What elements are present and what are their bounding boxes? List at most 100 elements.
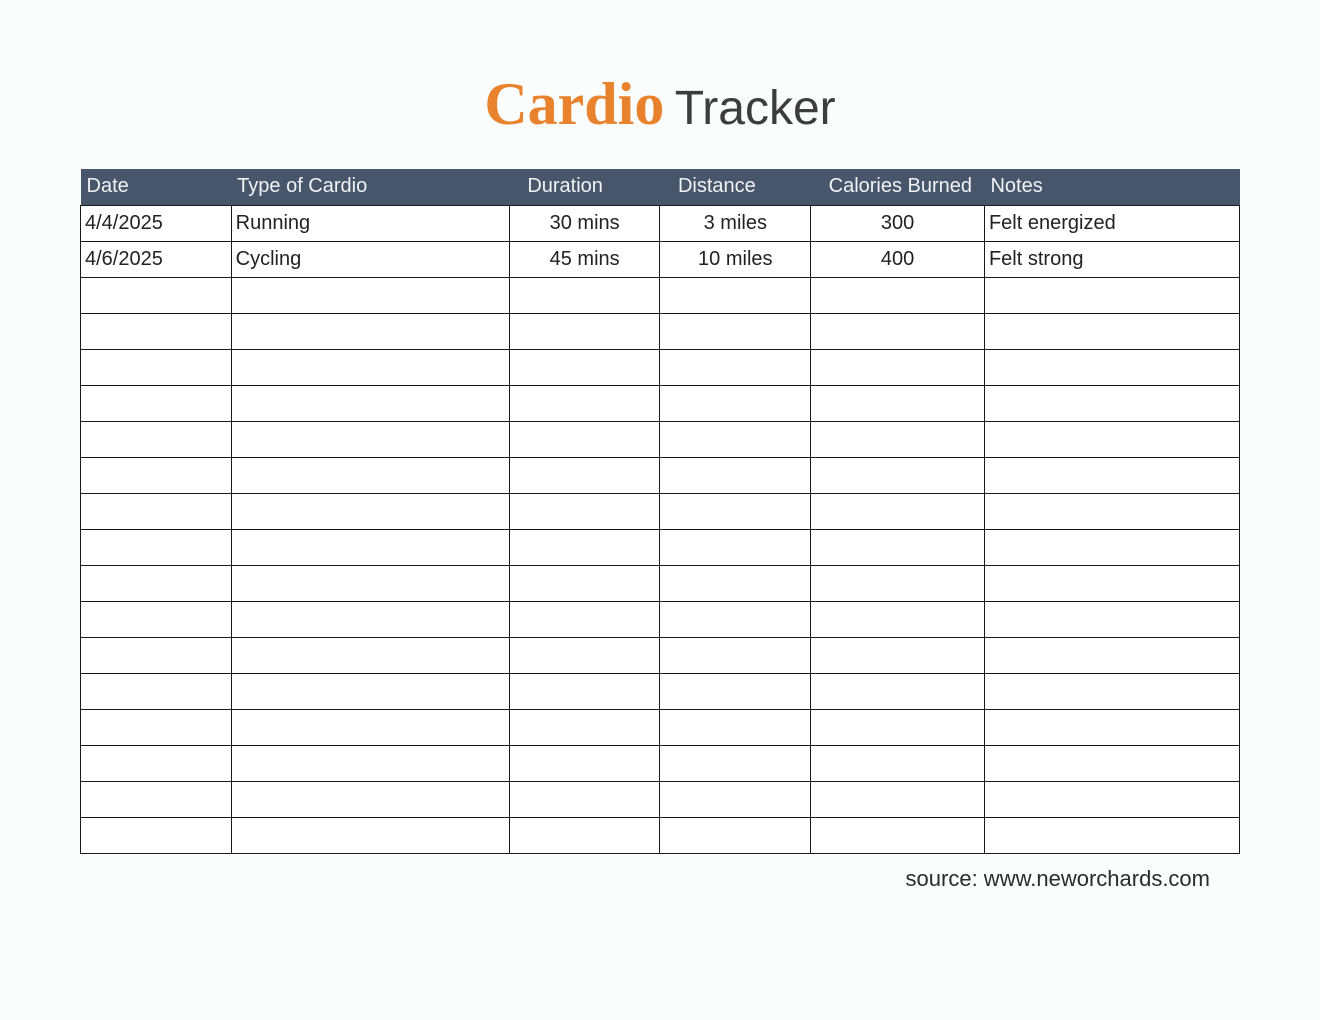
cell-notes	[984, 673, 1239, 709]
cell-distance	[660, 349, 811, 385]
cell-date	[81, 493, 232, 529]
cell-type: Cycling	[231, 241, 509, 277]
cell-type	[231, 529, 509, 565]
cell-duration	[509, 673, 660, 709]
cell-type	[231, 817, 509, 853]
cell-date	[81, 745, 232, 781]
cell-notes	[984, 421, 1239, 457]
cell-date	[81, 385, 232, 421]
cell-notes	[984, 709, 1239, 745]
cell-type	[231, 745, 509, 781]
cell-notes	[984, 313, 1239, 349]
cell-calories	[811, 277, 985, 313]
cell-calories	[811, 421, 985, 457]
cell-type	[231, 349, 509, 385]
cell-notes	[984, 745, 1239, 781]
cell-duration	[509, 349, 660, 385]
cell-calories	[811, 313, 985, 349]
cell-calories	[811, 745, 985, 781]
cell-notes	[984, 601, 1239, 637]
cell-date	[81, 673, 232, 709]
cell-notes	[984, 637, 1239, 673]
cell-duration: 30 mins	[509, 205, 660, 241]
cardio-table: Date Type of Cardio Duration Distance Ca…	[80, 169, 1240, 854]
cell-duration	[509, 637, 660, 673]
cell-distance	[660, 277, 811, 313]
cell-duration	[509, 529, 660, 565]
col-date: Date	[81, 169, 232, 205]
col-distance: Distance	[660, 169, 811, 205]
cell-type: Running	[231, 205, 509, 241]
cell-duration	[509, 817, 660, 853]
cell-duration	[509, 709, 660, 745]
cell-date	[81, 565, 232, 601]
cell-notes	[984, 277, 1239, 313]
cell-notes	[984, 817, 1239, 853]
title-rest: Tracker	[675, 82, 836, 135]
col-notes: Notes	[984, 169, 1239, 205]
table-row	[81, 313, 1240, 349]
table-header: Date Type of Cardio Duration Distance Ca…	[81, 169, 1240, 205]
cell-type	[231, 421, 509, 457]
cell-date	[81, 601, 232, 637]
cell-duration	[509, 565, 660, 601]
cell-calories: 300	[811, 205, 985, 241]
col-type: Type of Cardio	[231, 169, 509, 205]
cell-distance: 10 miles	[660, 241, 811, 277]
cell-date	[81, 313, 232, 349]
cell-calories	[811, 565, 985, 601]
cell-type	[231, 637, 509, 673]
cell-distance	[660, 637, 811, 673]
cell-date	[81, 529, 232, 565]
cell-notes: Felt strong	[984, 241, 1239, 277]
cell-date	[81, 349, 232, 385]
cell-distance	[660, 817, 811, 853]
col-duration: Duration	[509, 169, 660, 205]
cell-distance: 3 miles	[660, 205, 811, 241]
cell-distance	[660, 421, 811, 457]
cell-calories	[811, 709, 985, 745]
table-row	[81, 421, 1240, 457]
cell-notes: Felt energized	[984, 205, 1239, 241]
table-row	[81, 781, 1240, 817]
cell-date	[81, 277, 232, 313]
cell-duration	[509, 313, 660, 349]
cell-distance	[660, 601, 811, 637]
cell-date	[81, 457, 232, 493]
table-row	[81, 385, 1240, 421]
cell-date: 4/4/2025	[81, 205, 232, 241]
cell-date	[81, 709, 232, 745]
cell-duration	[509, 385, 660, 421]
cell-notes	[984, 457, 1239, 493]
table-row	[81, 349, 1240, 385]
cell-calories	[811, 781, 985, 817]
cell-distance	[660, 565, 811, 601]
cell-type	[231, 313, 509, 349]
cell-type	[231, 709, 509, 745]
cell-type	[231, 385, 509, 421]
cell-duration	[509, 457, 660, 493]
cell-duration	[509, 493, 660, 529]
table-row: 4/4/2025Running30 mins3 miles300Felt ene…	[81, 205, 1240, 241]
cell-distance	[660, 385, 811, 421]
cell-date	[81, 421, 232, 457]
cell-notes	[984, 781, 1239, 817]
cell-distance	[660, 529, 811, 565]
cell-calories: 400	[811, 241, 985, 277]
cell-duration	[509, 277, 660, 313]
cell-calories	[811, 385, 985, 421]
cell-date	[81, 817, 232, 853]
cell-type	[231, 493, 509, 529]
table-row	[81, 277, 1240, 313]
table-row	[81, 637, 1240, 673]
cell-calories	[811, 529, 985, 565]
cell-date	[81, 781, 232, 817]
cell-type	[231, 781, 509, 817]
cell-type	[231, 457, 509, 493]
cell-distance	[660, 781, 811, 817]
cell-date	[81, 637, 232, 673]
cell-distance	[660, 493, 811, 529]
cell-calories	[811, 817, 985, 853]
cell-calories	[811, 637, 985, 673]
cell-type	[231, 673, 509, 709]
